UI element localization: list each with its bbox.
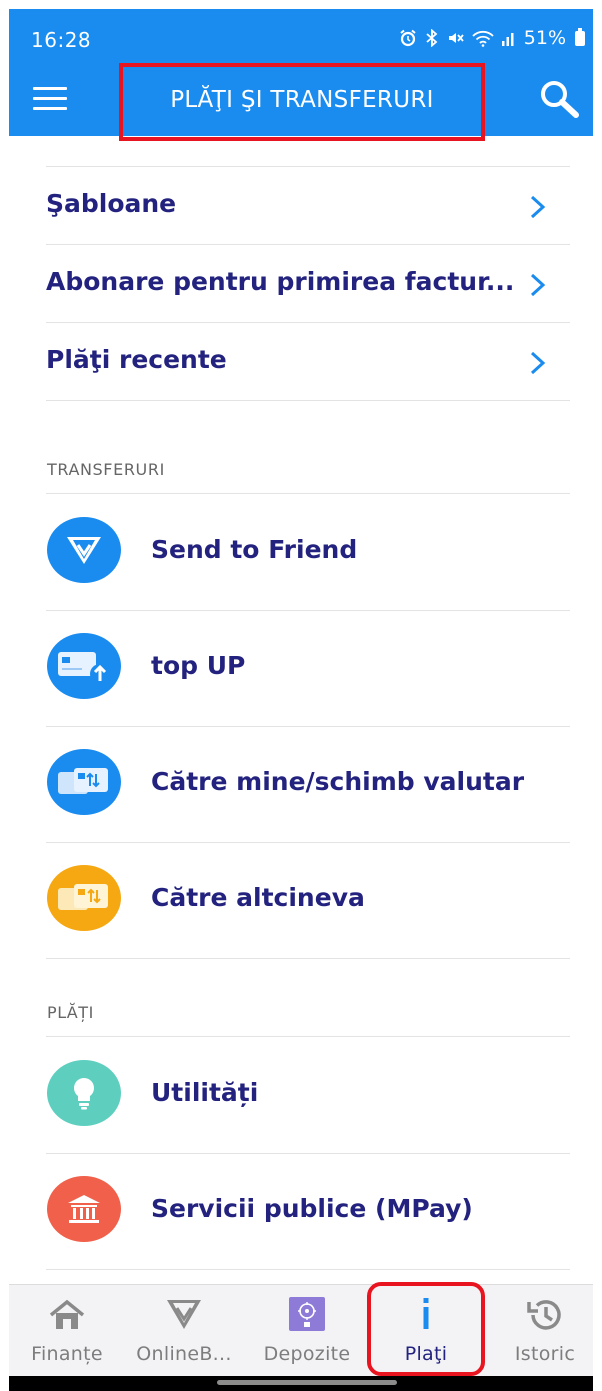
- section-header-transfers: TRANSFERURI: [46, 448, 570, 494]
- title-highlight-box: PLĂŢI ŞI TRANSFERURI: [119, 63, 485, 141]
- card-transfer-icon: [47, 865, 121, 931]
- chevron-right-icon: [530, 273, 546, 297]
- nav-istoric[interactable]: Istoric: [487, 1285, 593, 1377]
- nav-depozite[interactable]: Depozite: [249, 1285, 365, 1377]
- item-label: Către altcineva: [151, 883, 365, 912]
- status-icons: 51%: [399, 27, 585, 49]
- link-plati-recente[interactable]: Plăţi recente: [46, 323, 570, 401]
- send-to-friend-icon: [47, 517, 121, 583]
- menu-icon[interactable]: [33, 87, 67, 111]
- system-gesture-bar: [9, 1376, 593, 1391]
- bottom-navigation: Finanțe OnlineB... Depozite Plaţi Istori…: [9, 1284, 593, 1377]
- history-icon: [527, 1300, 561, 1330]
- chevron-right-icon: [530, 351, 546, 375]
- nav-finante[interactable]: Finanțe: [9, 1285, 125, 1377]
- item-label: Utilități: [151, 1078, 259, 1107]
- card-exchange-icon: [47, 749, 121, 815]
- chevron-right-icon: [530, 195, 546, 219]
- catre-altcineva-item[interactable]: Către altcineva: [46, 843, 570, 959]
- alarm-icon: [399, 29, 417, 47]
- search-icon[interactable]: [537, 79, 581, 119]
- home-gesture-handle[interactable]: [217, 1380, 397, 1385]
- top-up-item[interactable]: top UP: [46, 611, 570, 727]
- mute-icon: [447, 29, 465, 47]
- card-topup-icon: [47, 633, 121, 699]
- nav-label: Depozite: [263, 1343, 351, 1365]
- signal-icon: [501, 29, 517, 47]
- home-icon: [49, 1299, 85, 1329]
- servicii-publice-item[interactable]: Servicii publice (MPay): [46, 1154, 570, 1270]
- item-label: Către mine/schimb valutar: [151, 767, 525, 796]
- deposit-icon: [289, 1297, 325, 1331]
- link-label: Şabloane: [46, 189, 177, 218]
- government-building-icon: [47, 1176, 121, 1242]
- wifi-icon: [472, 29, 494, 47]
- status-time: 16:28: [31, 28, 92, 52]
- link-label: Abonare pentru primirea factur...: [46, 267, 515, 296]
- item-label: top UP: [151, 651, 246, 680]
- bluetooth-icon: [424, 29, 440, 47]
- battery-icon: [575, 27, 585, 46]
- link-abonare-facturi[interactable]: Abonare pentru primirea factur...: [46, 245, 570, 323]
- link-label: Plăţi recente: [46, 345, 227, 374]
- nav-label: OnlineB...: [136, 1343, 232, 1365]
- section-header-label: TRANSFERURI: [47, 460, 165, 479]
- nav-label: Istoric: [514, 1343, 576, 1365]
- link-sabloane[interactable]: Şabloane: [46, 167, 570, 245]
- app-bar: 16:28 51% PLĂŢI ŞI TRANSFERURI: [9, 9, 593, 141]
- send-to-friend-item[interactable]: Send to Friend: [46, 495, 570, 611]
- battery-percent: 51%: [523, 27, 566, 49]
- item-label: Send to Friend: [151, 535, 358, 564]
- section-header-label: PLĂȚI: [47, 1003, 94, 1022]
- onlineb-logo-icon: [167, 1300, 201, 1329]
- nav-onlineb[interactable]: OnlineB...: [126, 1285, 242, 1377]
- utilitati-item[interactable]: Utilități: [46, 1038, 570, 1154]
- catre-mine-item[interactable]: Către mine/schimb valutar: [46, 727, 570, 843]
- app-screen: 16:28 51% PLĂŢI ŞI TRANSFERURI Şabloane …: [9, 9, 593, 1391]
- nav-plati-highlight-box: [367, 1282, 485, 1376]
- item-label: Servicii publice (MPay): [151, 1194, 473, 1223]
- section-header-payments: PLĂȚI: [46, 991, 570, 1037]
- lightbulb-icon: [47, 1060, 121, 1126]
- page-title: PLĂŢI ŞI TRANSFERURI: [170, 87, 434, 113]
- nav-label: Finanțe: [31, 1343, 103, 1365]
